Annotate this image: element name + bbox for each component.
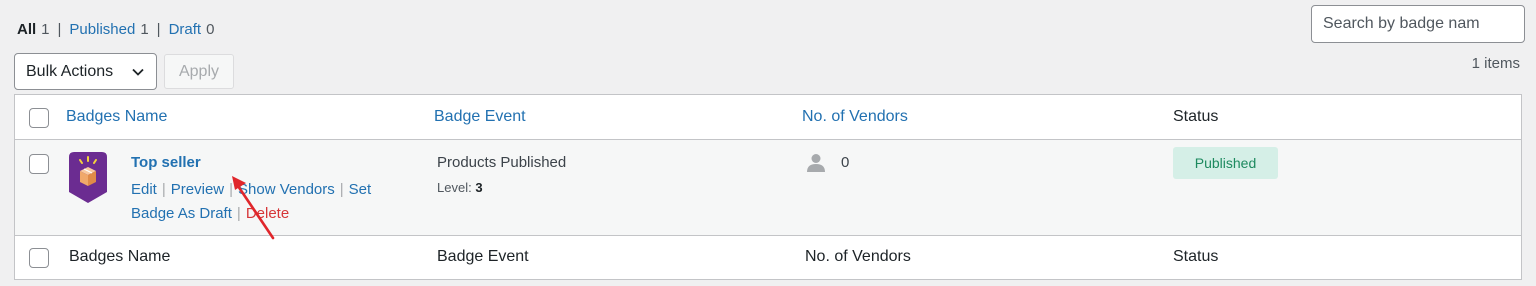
badge-level: Level: 3: [437, 180, 483, 195]
status-filters: All 1 | Published 1 | Draft 0: [17, 21, 214, 38]
chevron-down-icon: [132, 68, 144, 76]
filter-all-count: 1: [41, 21, 50, 38]
filter-draft-count: 0: [206, 21, 215, 38]
column-header-badges-name[interactable]: Badges Name: [66, 108, 167, 126]
badge-event: Products Published: [437, 154, 567, 171]
select-all-checkbox[interactable]: [29, 108, 49, 128]
level-label: Level:: [437, 180, 472, 195]
action-separator: |: [339, 181, 344, 198]
search-input[interactable]: [1311, 5, 1525, 43]
annotation-arrow-icon: [232, 176, 275, 240]
select-all-checkbox-footer[interactable]: [29, 248, 49, 268]
preview-link[interactable]: Preview: [171, 181, 224, 198]
column-header-status: Status: [1173, 108, 1219, 125]
filter-published[interactable]: Published: [69, 21, 135, 38]
filter-separator: |: [156, 21, 161, 38]
column-header-vendors[interactable]: No. of Vendors: [802, 108, 908, 126]
filter-all[interactable]: All: [17, 21, 36, 38]
row-checkbox[interactable]: [29, 154, 49, 174]
bulk-actions-label: Bulk Actions: [26, 62, 114, 80]
filter-published-count: 1: [140, 21, 149, 38]
person-icon: [807, 154, 825, 172]
filter-draft[interactable]: Draft: [169, 21, 202, 38]
filter-separator: |: [57, 21, 62, 38]
action-separator: |: [161, 181, 166, 198]
badge-title-link[interactable]: Top seller: [131, 154, 201, 171]
level-value: 3: [475, 180, 483, 195]
bulk-actions-select[interactable]: Bulk Actions: [14, 53, 157, 90]
column-footer-badges-name: Badges Name: [69, 248, 171, 265]
column-footer-badge-event: Badge Event: [437, 248, 529, 265]
column-header-badge-event[interactable]: Badge Event: [434, 108, 526, 126]
apply-button[interactable]: Apply: [164, 54, 234, 89]
items-count: 1 items: [1471, 55, 1520, 72]
edit-link[interactable]: Edit: [131, 181, 157, 198]
gift-box-badge-icon: [69, 152, 107, 203]
status-badge: Published: [1173, 147, 1278, 179]
column-footer-vendors: No. of Vendors: [805, 248, 911, 265]
table-header-row: Badges Name Badge Event No. of Vendors S…: [15, 95, 1521, 140]
column-footer-status: Status: [1173, 248, 1219, 265]
vendor-count: 0: [841, 154, 850, 171]
